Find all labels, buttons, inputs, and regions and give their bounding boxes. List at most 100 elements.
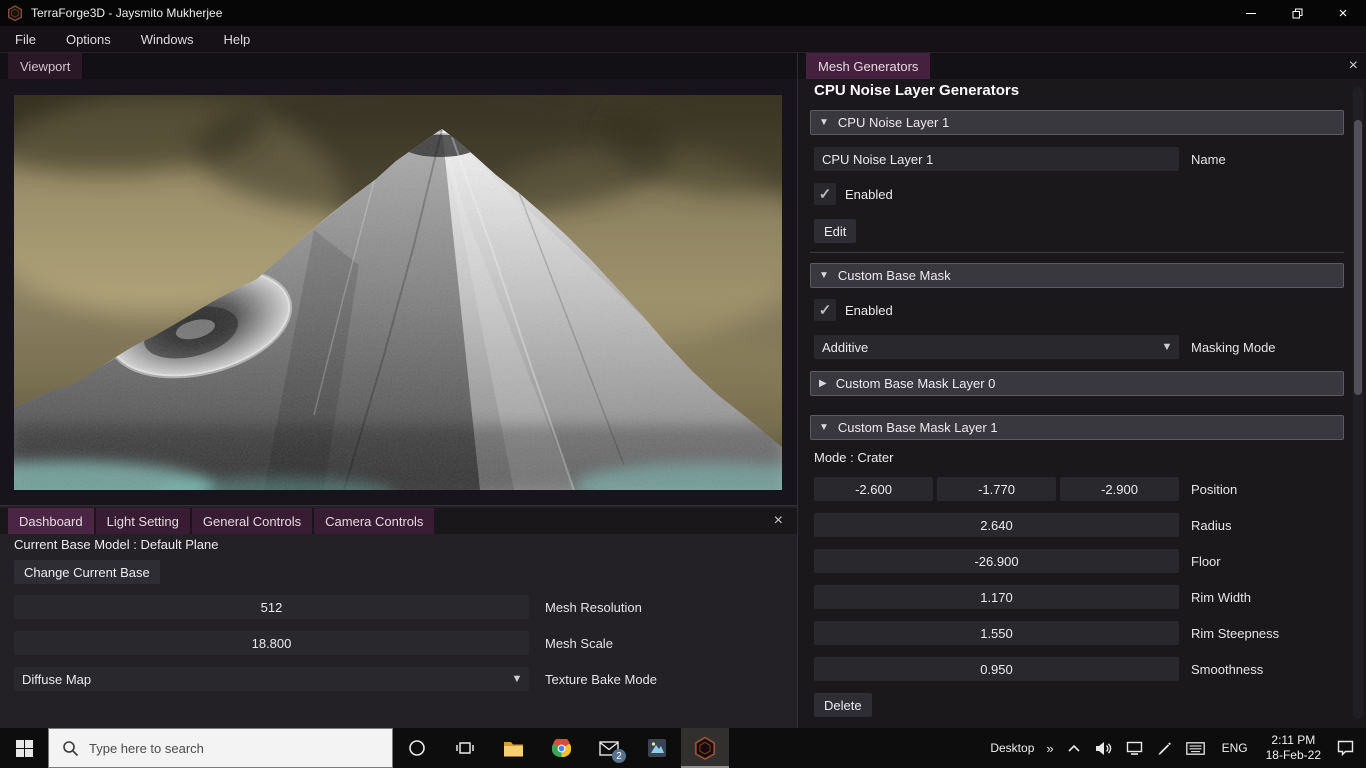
collapse-closed-icon: ▶	[819, 378, 827, 389]
tab-dashboard[interactable]: Dashboard	[8, 508, 94, 534]
menu-windows[interactable]: Windows	[126, 26, 209, 52]
desktop-toolbar[interactable]: Desktop	[984, 728, 1040, 768]
radius-label: Radius	[1191, 517, 1232, 533]
enabled-label: Enabled	[845, 186, 893, 202]
header-label: CPU Noise Layer 1	[837, 115, 950, 130]
dashboard-close-icon[interactable]: ×	[774, 508, 783, 534]
floor-input[interactable]: -26.900	[814, 549, 1179, 573]
menu-file[interactable]: File	[0, 26, 51, 52]
keyboard-icon	[1185, 741, 1205, 755]
collapse-open-icon: ▼	[819, 270, 829, 281]
position-z-input[interactable]: -2.900	[1060, 477, 1179, 501]
smoothness-input[interactable]: 0.950	[814, 657, 1179, 681]
viewport-panel	[0, 79, 797, 505]
chrome-button[interactable]	[537, 728, 585, 768]
masking-mode-dropdown[interactable]: Additive ▼	[814, 335, 1179, 359]
position-inputs-row: -2.600 -1.770 -2.900	[814, 477, 1179, 501]
menu-options[interactable]: Options	[51, 26, 126, 52]
position-y-input[interactable]: -1.770	[937, 477, 1056, 501]
checkbox-checked[interactable]: ✓	[814, 299, 836, 321]
separator	[810, 252, 1344, 253]
tab-mesh-generators[interactable]: Mesh Generators	[806, 53, 931, 79]
pen-icon	[1158, 741, 1171, 755]
search-icon	[63, 740, 79, 756]
app-logo-icon	[8, 5, 23, 21]
tab-viewport[interactable]: Viewport	[8, 53, 83, 79]
header-cpu-noise-layer-1[interactable]: ▼ CPU Noise Layer 1	[810, 110, 1344, 135]
action-center-button[interactable]	[1329, 728, 1366, 768]
position-label: Position	[1191, 481, 1238, 497]
delete-button[interactable]: Delete	[814, 693, 872, 717]
close-button[interactable]: ×	[1320, 0, 1366, 26]
show-hidden-icons-button[interactable]	[1060, 728, 1088, 768]
app-icon	[648, 739, 666, 757]
speaker-icon	[1095, 741, 1111, 755]
enabled-label: Enabled	[845, 302, 893, 318]
tab-light-setting[interactable]: Light Setting	[95, 508, 190, 534]
menu-bar: File Options Windows Help	[0, 26, 1366, 53]
layer-name-input[interactable]: CPU Noise Layer 1	[814, 147, 1179, 171]
cortana-icon	[409, 740, 425, 756]
search-input[interactable]	[89, 740, 369, 756]
mail-button[interactable]: 2	[585, 728, 633, 768]
volume-button[interactable]	[1088, 728, 1119, 768]
edit-button[interactable]: Edit	[814, 219, 857, 243]
mail-badge: 2	[612, 749, 626, 763]
tab-general-controls[interactable]: General Controls	[191, 508, 313, 534]
mask-enabled-checkbox-row: ✓ Enabled	[814, 299, 893, 321]
file-explorer-button[interactable]	[489, 728, 537, 768]
checkbox-checked[interactable]: ✓	[814, 183, 836, 205]
windows-ink-button[interactable]	[1150, 728, 1179, 768]
language-indicator[interactable]: ENG	[1212, 728, 1258, 768]
header-custom-base-mask-layer-1[interactable]: ▼ Custom Base Mask Layer 1	[810, 415, 1344, 440]
action-center-icon	[1337, 740, 1354, 756]
clock[interactable]: 2:11 PM 18-Feb-22	[1258, 728, 1329, 768]
mesh-generators-panel: CPU Noise Layer Generators ▼ CPU Noise L…	[797, 79, 1366, 728]
mesh-resolution-input[interactable]: 512	[14, 595, 529, 619]
texture-bake-mode-value: Diffuse Map	[22, 671, 92, 687]
menu-help[interactable]: Help	[209, 26, 266, 52]
mesh-generators-tabbar: Mesh Generators ×	[797, 53, 1366, 79]
mesh-generators-close-icon[interactable]: ×	[1349, 53, 1358, 79]
terraforge3d-taskbar-button[interactable]	[681, 728, 729, 768]
viewport-tabbar: Viewport	[0, 53, 797, 79]
header-custom-base-mask[interactable]: ▼ Custom Base Mask	[810, 263, 1344, 288]
taskbar-search[interactable]	[48, 728, 393, 768]
minimize-button[interactable]	[1228, 0, 1274, 26]
restore-button[interactable]	[1274, 0, 1320, 26]
chevron-down-icon: ▼	[511, 673, 523, 685]
masking-mode-label: Masking Mode	[1191, 339, 1276, 355]
start-button[interactable]	[0, 728, 48, 768]
rim-width-label: Rim Width	[1191, 589, 1251, 605]
toolbar-overflow-icon[interactable]: »	[1040, 728, 1059, 768]
header-label: Custom Base Mask	[837, 268, 951, 283]
position-x-input[interactable]: -2.600	[814, 477, 933, 501]
scrollbar-thumb[interactable]	[1354, 120, 1362, 395]
folder-icon	[503, 741, 523, 756]
radius-input[interactable]: 2.640	[814, 513, 1179, 537]
mesh-scale-input[interactable]: 18.800	[14, 631, 529, 655]
touch-keyboard-button[interactable]	[1179, 728, 1212, 768]
change-current-base-button[interactable]: Change Current Base	[14, 560, 160, 584]
panel-heading: CPU Noise Layer Generators	[814, 82, 1020, 99]
task-view-button[interactable]	[441, 728, 489, 768]
taskbar: 2 Desktop »	[0, 728, 1366, 768]
rim-steepness-input[interactable]: 1.550	[814, 621, 1179, 645]
floor-label: Floor	[1191, 553, 1221, 569]
rim-steepness-label: Rim Steepness	[1191, 625, 1280, 641]
chevron-down-icon: ▼	[1161, 341, 1173, 353]
rim-width-input[interactable]: 1.170	[814, 585, 1179, 609]
scrollbar-track[interactable]	[1353, 87, 1363, 719]
tab-camera-controls[interactable]: Camera Controls	[314, 508, 435, 534]
current-base-model-text: Current Base Model : Default Plane	[14, 537, 219, 552]
cortana-button[interactable]	[393, 728, 441, 768]
app-button[interactable]	[633, 728, 681, 768]
network-button[interactable]	[1119, 728, 1150, 768]
header-custom-base-mask-layer-0[interactable]: ▶ Custom Base Mask Layer 0	[810, 371, 1344, 396]
terrain-3d-render[interactable]	[14, 95, 782, 490]
window-title: TerraForge3D - Jaysmito Mukherjee	[31, 6, 223, 20]
task-view-icon	[456, 742, 474, 754]
texture-bake-mode-dropdown[interactable]: Diffuse Map ▼	[14, 667, 529, 691]
masking-mode-value: Additive	[822, 339, 869, 355]
name-label: Name	[1191, 151, 1226, 167]
